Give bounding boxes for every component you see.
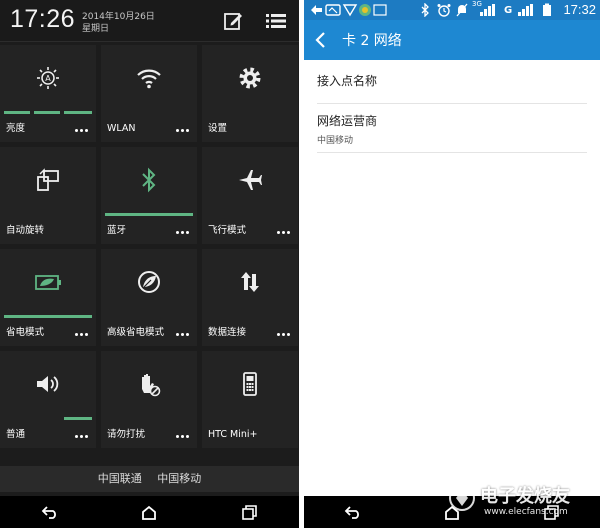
- notification-icons: [310, 3, 390, 17]
- tile-label: 自动旋转: [6, 225, 45, 236]
- quick-settings-header: 17:26 2014年10月26日 星期日: [0, 0, 299, 42]
- page-title: 卡 2 网络: [342, 33, 402, 49]
- back-button[interactable]: [30, 500, 70, 524]
- more-options-icon[interactable]: [75, 435, 88, 438]
- airplane-icon: [239, 170, 262, 190]
- svg-text:A: A: [45, 74, 51, 83]
- recent-apps-button[interactable]: [229, 500, 269, 524]
- tile-extreme-power-saver[interactable]: 高级省电模式: [101, 249, 197, 346]
- volume-icon: [37, 376, 59, 392]
- bluetooth-icon: [142, 167, 156, 193]
- edit-icon: [224, 13, 242, 30]
- watermark: 电子发烧友 www.elecfans.com: [440, 474, 590, 524]
- tile-power-saver[interactable]: 省电模式: [0, 249, 96, 346]
- battery-saver-icon: [35, 275, 61, 290]
- tile-label: 设置: [208, 123, 228, 134]
- date-block: 2014年10月26日 星期日: [82, 11, 155, 35]
- tile-label: WLAN: [107, 123, 136, 134]
- tile-airplane-mode[interactable]: 飞行模式: [202, 147, 298, 244]
- more-options-icon[interactable]: [176, 129, 189, 132]
- pref-title: 接入点名称: [317, 74, 378, 88]
- bluetooth-icon: [420, 3, 430, 17]
- alarm-icon: [437, 3, 451, 17]
- back-arrow-icon: [345, 506, 360, 519]
- home-button[interactable]: [129, 500, 169, 524]
- more-options-icon[interactable]: [176, 231, 189, 234]
- battery-icon: [540, 3, 554, 17]
- signal-g-icon: G: [504, 3, 512, 17]
- left-phone-screen: 17:26 2014年10月26日 星期日 A 亮度 WLAN 设置 自动旋转 …: [0, 0, 299, 528]
- date-text: 2014年10月26日: [82, 12, 155, 22]
- home-icon: [142, 505, 157, 520]
- mute-icon: [456, 3, 468, 17]
- gear-icon: [239, 67, 261, 89]
- tile-auto-rotate[interactable]: 自动旋转: [0, 147, 96, 244]
- up-navigation-button[interactable]: [314, 31, 328, 49]
- carrier-name: 中国移动: [157, 472, 202, 485]
- more-options-icon[interactable]: [277, 231, 290, 234]
- data-arrows-icon: [241, 272, 259, 292]
- tile-label: 数据连接: [208, 327, 247, 338]
- tile-brightness[interactable]: A 亮度: [0, 45, 96, 142]
- tile-settings[interactable]: 设置: [202, 45, 298, 142]
- signal-bars-icon: [480, 3, 496, 17]
- network-type-label: G: [504, 4, 513, 16]
- pref-title: 网络运营商: [317, 114, 378, 128]
- tile-bluetooth[interactable]: 蓝牙: [101, 147, 197, 244]
- htc-mini-phone-icon: [243, 372, 257, 396]
- watermark-url: www.elecfans.com: [484, 507, 568, 517]
- list-view-button[interactable]: [266, 13, 286, 29]
- more-options-icon[interactable]: [75, 333, 88, 336]
- recent-apps-icon: [242, 504, 257, 520]
- watermark-text: 电子发烧友: [480, 486, 570, 507]
- tile-label: 亮度: [6, 123, 26, 134]
- navigation-bar: [0, 496, 299, 528]
- status-bar: 3G G 17:32: [304, 0, 600, 20]
- auto-rotate-icon: [37, 168, 59, 191]
- pref-apn[interactable]: 接入点名称: [317, 72, 587, 104]
- back-arrow-icon: [41, 506, 56, 519]
- tile-label: 省电模式: [6, 327, 45, 338]
- pref-summary: 中国移动: [317, 136, 354, 146]
- carrier-bar: 中国联通 中国移动: [0, 466, 299, 492]
- status-time: 17:32: [563, 2, 596, 17]
- clock: 17:26: [10, 5, 76, 33]
- leaf-power-icon: [138, 271, 160, 293]
- wifi-icon: [137, 69, 161, 89]
- more-options-icon[interactable]: [176, 435, 189, 438]
- right-phone-screen: 3G G 17:32 卡 2 网络 接入点名称 网络运营商 中国移动: [304, 0, 600, 528]
- more-options-icon[interactable]: [75, 129, 88, 132]
- tile-wlan[interactable]: WLAN: [101, 45, 197, 142]
- edit-button[interactable]: [223, 11, 243, 31]
- signal-bars-icon: [518, 3, 534, 17]
- weekday-text: 星期日: [82, 24, 110, 34]
- tile-do-not-disturb[interactable]: 请勿打扰: [101, 351, 197, 448]
- tile-label: 高级省电模式: [107, 327, 165, 338]
- chevron-left-icon: [315, 32, 325, 48]
- tile-mobile-data[interactable]: 数据连接: [202, 249, 298, 346]
- carrier-name: 中国联通: [97, 472, 142, 485]
- tile-htc-mini[interactable]: HTC Mini+: [202, 351, 298, 448]
- tile-label: 蓝牙: [107, 225, 127, 236]
- more-options-icon[interactable]: [176, 333, 189, 336]
- tile-label: 飞行模式: [208, 225, 247, 236]
- more-options-icon[interactable]: [277, 333, 290, 336]
- back-button[interactable]: [333, 500, 373, 524]
- action-bar: 卡 2 网络: [304, 20, 600, 60]
- tile-label: HTC Mini+: [208, 429, 258, 440]
- pref-network-operator[interactable]: 网络运营商 中国移动: [317, 112, 587, 153]
- brightness-auto-icon: A: [37, 67, 59, 89]
- do-not-disturb-hand-icon: [142, 374, 161, 397]
- tile-label: 普通: [6, 429, 26, 440]
- tile-sound-profile[interactable]: 普通: [0, 351, 96, 448]
- list-icon: [266, 14, 286, 28]
- tile-label: 请勿打扰: [107, 429, 146, 440]
